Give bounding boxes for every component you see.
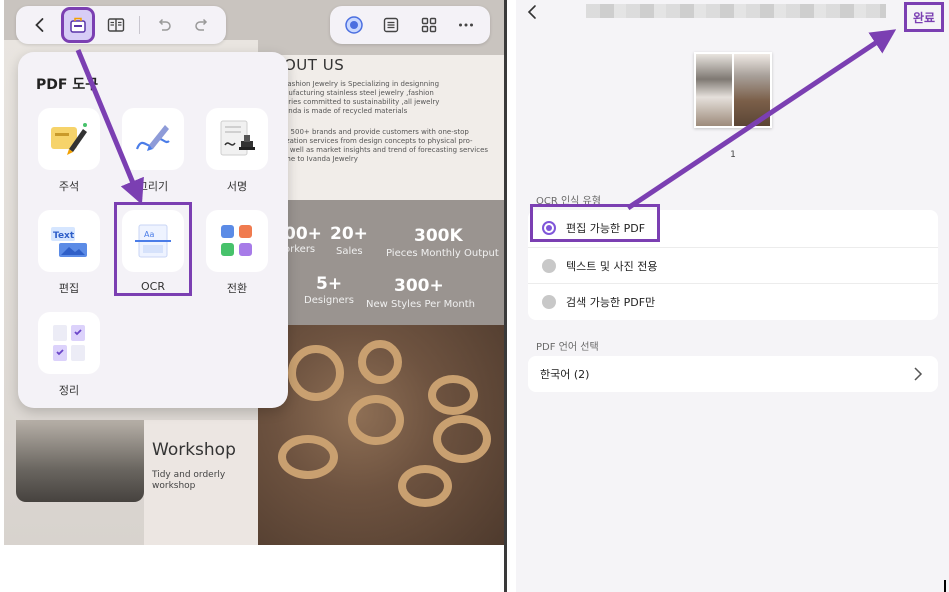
tool-annotate[interactable]: 주석: [38, 108, 100, 194]
stat-number: 5+: [316, 274, 343, 294]
about-heading: OUT US: [284, 56, 345, 74]
about-paragraph-2: e 500+ brands and provide customers with…: [284, 128, 489, 163]
stat-number: 300K: [414, 226, 463, 246]
secondary-toolbar: [330, 6, 490, 44]
language-value: 한국어 (2): [540, 368, 590, 381]
language-selector[interactable]: 한국어 (2): [528, 356, 938, 392]
workshop-subtitle: Tidy and orderly workshop: [152, 470, 226, 491]
tool-convert[interactable]: 전환: [206, 210, 268, 296]
stat-number: 20+: [330, 224, 368, 244]
tool-tile: [122, 108, 184, 170]
tool-organize[interactable]: 정리: [38, 312, 100, 398]
tool-signature[interactable]: 서명: [206, 108, 268, 194]
pen-draw-icon: [135, 125, 170, 151]
ocr-option-text-images-only[interactable]: 텍스트 및 사진 전용: [528, 247, 938, 283]
thumbnail-left-page: [696, 54, 732, 126]
workshop-title: Workshop: [152, 440, 236, 460]
back-button[interactable]: [26, 10, 54, 40]
back-arrow-icon[interactable]: [524, 2, 542, 22]
reader-icon: [107, 18, 124, 32]
tool-tile: Text: [38, 210, 100, 272]
ocr-settings-panel: 완료 1 OCR 인식 유형 편집 가능한 PDF 텍스트 및 사진 전용 검색…: [516, 0, 949, 592]
tool-label: 서명: [226, 180, 248, 193]
svg-text:Text: Text: [53, 231, 75, 241]
undo-button[interactable]: [150, 10, 178, 40]
chevron-right-icon: [914, 367, 923, 381]
more-button[interactable]: [453, 10, 481, 40]
language-section-label: PDF 언어 선택: [536, 342, 599, 353]
tools-icon: [69, 17, 86, 33]
outline-list-icon: [384, 17, 399, 33]
radio-unselected[interactable]: [542, 258, 556, 273]
grid-view-button[interactable]: [415, 10, 443, 40]
ai-assistant-icon: [345, 16, 363, 34]
ocr-option-searchable-pdf[interactable]: 검색 가능한 PDF만: [528, 283, 938, 319]
blurred-file-title: [586, 4, 886, 18]
thumbnail-right-page: [734, 54, 770, 126]
jewelry-photo: [258, 325, 504, 545]
popup-title: PDF 도구: [36, 77, 99, 93]
sticky-note-marker-icon: [51, 123, 87, 155]
reader-mode-button[interactable]: [102, 10, 130, 40]
tool-tile: [38, 108, 100, 170]
ai-assistant-button[interactable]: [340, 10, 368, 40]
workshop-photo: [16, 420, 144, 502]
ocr-highlight-box: [114, 202, 192, 296]
stat-number: 00+: [284, 224, 322, 244]
tool-label: 정리: [58, 384, 80, 397]
redo-button[interactable]: [188, 10, 216, 40]
more-icon: [459, 23, 474, 27]
stat-label: New Styles Per Month: [366, 299, 475, 310]
stat-label: Designers: [304, 295, 354, 306]
tool-label: 주석: [58, 180, 80, 193]
screenshot-root: OUT US Fashion Jewelry is Specializing i…: [0, 0, 949, 592]
main-toolbar: [16, 6, 226, 44]
grid-view-icon: [421, 17, 436, 33]
stat-number: 300+: [394, 276, 444, 296]
pdf-tools-popup: PDF 도구 주석 그리기 서명 Text 편집 Aa OCR 전환 정리: [18, 52, 288, 408]
left-bottom-strip: [0, 545, 504, 592]
tool-tile: [206, 210, 268, 272]
undo-icon: [159, 18, 172, 31]
tool-edit[interactable]: Text 편집: [38, 210, 100, 296]
pdf-viewer-panel: OUT US Fashion Jewelry is Specializing i…: [4, 0, 504, 545]
convert-icon: [221, 225, 252, 256]
corner-mark: [944, 580, 946, 592]
editable-pdf-highlight-box: [530, 204, 660, 242]
panel-divider: [504, 0, 507, 592]
tool-tile: [206, 108, 268, 170]
organize-pages-icon: [53, 325, 85, 361]
tool-label: 편집: [58, 282, 80, 295]
text-image-edit-icon: Text: [51, 227, 87, 257]
done-button[interactable]: 완료: [904, 2, 944, 32]
stat-label: Sales: [336, 246, 363, 257]
option-label: 검색 가능한 PDF만: [566, 295, 656, 309]
signature-stamp-icon: [220, 120, 255, 156]
tool-draw[interactable]: 그리기: [122, 108, 184, 194]
tool-tile: [38, 312, 100, 374]
option-label: 텍스트 및 사진 전용: [566, 259, 658, 273]
outline-button[interactable]: [378, 10, 406, 40]
redo-icon: [195, 18, 208, 31]
radio-unselected[interactable]: [542, 294, 556, 309]
toolbar-separator: [139, 16, 141, 34]
stat-label: orkers: [284, 244, 316, 255]
about-paragraph-1: Fashion Jewelry is Specializing in desig…: [284, 80, 440, 115]
page-thumbnail[interactable]: [694, 52, 772, 128]
back-arrow-icon: [35, 18, 44, 32]
page-number: 1: [730, 150, 736, 160]
stat-label: Pieces Monthly Output: [386, 248, 499, 259]
tools-button[interactable]: [60, 7, 95, 43]
tool-label: 그리기: [137, 180, 169, 193]
tool-label: 전환: [226, 282, 248, 295]
